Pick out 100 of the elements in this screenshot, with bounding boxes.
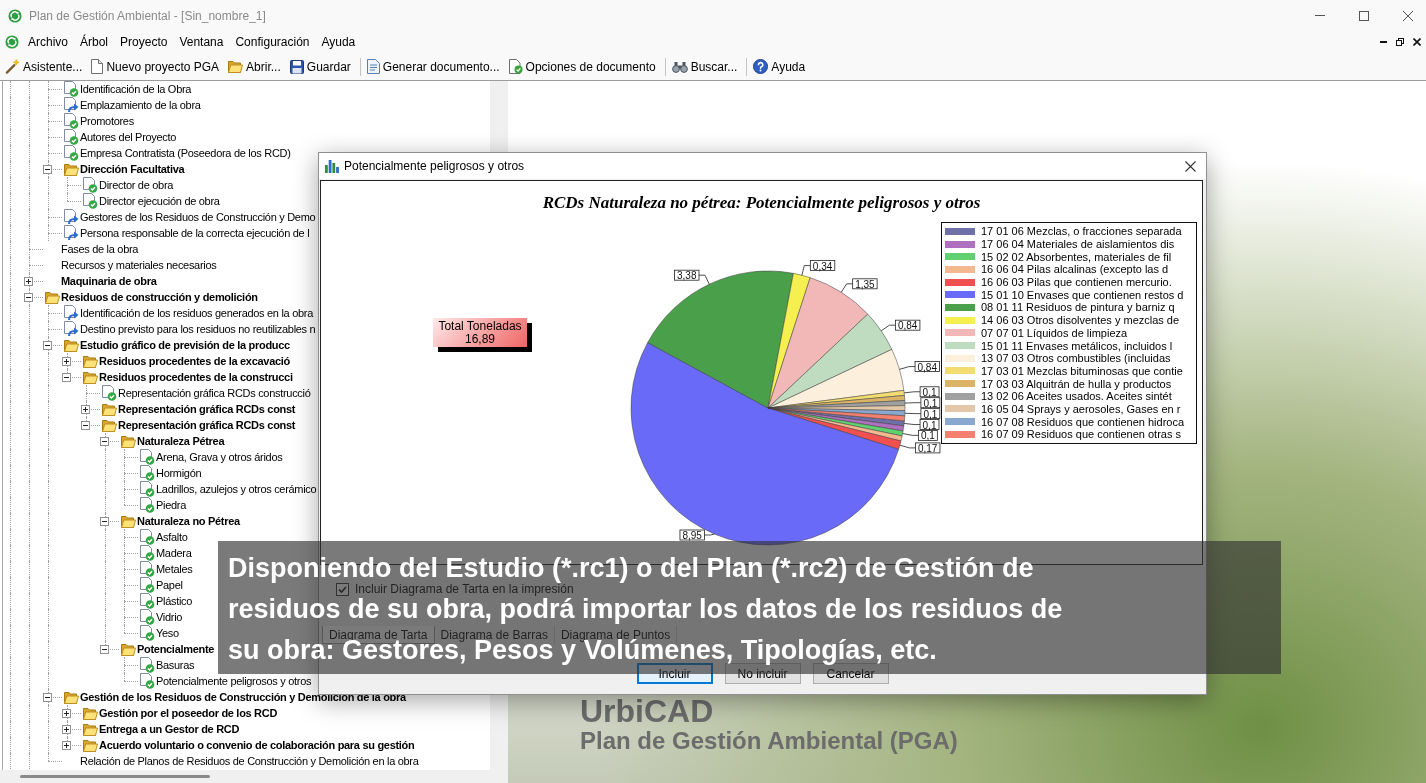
leader-line — [904, 412, 922, 415]
close-icon[interactable] — [1185, 160, 1196, 172]
expand-icon[interactable] — [62, 740, 71, 750]
tree-item[interactable]: Yeso — [156, 625, 179, 641]
expand-icon[interactable] — [24, 276, 33, 286]
menu-item[interactable]: Proyecto — [114, 33, 174, 51]
tree-item[interactable]: Estudio gráfico de previsión de la producc — [80, 337, 290, 353]
maximize-icon[interactable] — [1359, 10, 1369, 21]
tree-item[interactable]: Vidrio — [156, 609, 183, 625]
tree-item[interactable]: Potencialmente — [137, 641, 215, 657]
tree-item[interactable]: Empresa Contratista (Poseedora de los RCD) — [80, 145, 291, 161]
tree-item[interactable]: Residuos procedentes de la excavació — [99, 353, 290, 369]
tree-item[interactable]: Representación gráfica RCDs construcció — [118, 385, 311, 401]
folder-icon — [82, 706, 98, 720]
document-check-icon — [508, 59, 523, 74]
checkbox[interactable] — [336, 583, 349, 596]
tree-item[interactable]: Persona responsable de la correcta ejecución de l — [80, 225, 310, 241]
tree-item[interactable]: Maquinaria de obra — [61, 273, 157, 289]
tree-item[interactable]: Ladrillos, azulejos y otros cerámico — [156, 481, 317, 497]
tree-item[interactable]: Madera — [156, 545, 192, 561]
menu-item[interactable]: Ventana — [173, 33, 230, 51]
folder-icon — [82, 722, 98, 736]
tree-item[interactable]: Naturaleza Pétrea — [137, 433, 225, 449]
menu-item[interactable]: Ayuda — [315, 33, 362, 51]
toolbar-button[interactable]: Buscar... — [668, 55, 741, 78]
tree-item[interactable]: Gestión por el poseedor de los RCD — [99, 705, 278, 721]
value-label: 0,84 — [895, 319, 921, 332]
menu-item[interactable]: Archivo — [22, 33, 74, 51]
binoculars-icon — [671, 60, 688, 73]
wand-icon — [5, 59, 20, 74]
tree-item[interactable]: Identificación de la Obra — [80, 81, 192, 97]
tree-item[interactable]: Piedra — [156, 497, 186, 513]
scrollbar-thumb[interactable] — [20, 775, 210, 778]
value-label: 0,34 — [809, 260, 836, 272]
tree-item[interactable]: Entrega a un Gestor de RCD — [99, 721, 240, 737]
tree-item[interactable]: Recursos y materiales necesarios — [61, 257, 217, 273]
expand-icon[interactable] — [62, 724, 71, 734]
collapse-icon[interactable] — [100, 436, 109, 446]
legend-label: 16 05 04 Sprays y aerosoles, Gases en r — [981, 402, 1181, 415]
tree-item[interactable]: Identificación de los residuos generados en la obra — [80, 305, 313, 321]
dialog-button[interactable]: Incluir — [636, 663, 713, 684]
expand-icon[interactable] — [62, 356, 71, 366]
folder-icon — [101, 418, 117, 432]
tree-item[interactable]: Dirección Facultativa — [80, 161, 185, 177]
collapse-icon[interactable] — [43, 340, 52, 350]
tree-item[interactable]: Potencialmente peligrosos y otros — [156, 673, 312, 689]
tree-item[interactable]: Arena, Grava y otros áridos — [156, 449, 283, 465]
collapse-icon[interactable] — [100, 516, 109, 526]
total-value: 16,89 — [465, 332, 495, 346]
value-label: 1,35 — [852, 278, 878, 290]
toolbar-button[interactable]: Opciones de documento — [505, 55, 659, 78]
tree-item[interactable]: Representación gráfica RCDs const — [118, 401, 296, 417]
collapse-icon[interactable] — [24, 292, 33, 302]
legend-label: 13 02 06 Aceites usados. Aceites sintét — [981, 390, 1172, 403]
tree-item[interactable]: Papel — [156, 577, 183, 593]
tree-item[interactable]: Residuos de construcción y demolición — [61, 289, 258, 305]
collapse-icon[interactable] — [100, 644, 109, 654]
tree-item[interactable]: Residuos procedentes de la construcci — [99, 369, 293, 385]
tree-item[interactable]: Asfalto — [156, 529, 188, 545]
folder-icon — [44, 290, 60, 304]
toolbar-button[interactable]: Nuevo proyecto PGA — [88, 55, 223, 78]
value-label: 0,1 — [919, 386, 940, 398]
tree-item[interactable]: Acuerdo voluntario o convenio de colaboración para su gestión — [99, 737, 415, 753]
folder-icon — [63, 338, 79, 352]
tree-item[interactable]: Director ejecución de obra — [99, 193, 220, 209]
tree-item[interactable]: Plástico — [156, 593, 193, 609]
legend-label: 15 02 02 Absorbentes, materiales de fil — [981, 250, 1172, 263]
tree-item[interactable]: Metales — [156, 561, 193, 577]
restore-icon[interactable] — [1396, 38, 1404, 46]
tree-item[interactable]: Representación gráfica RCDs const — [118, 417, 296, 433]
tree-item[interactable]: Hormigón — [156, 465, 202, 481]
tree-item[interactable]: Director de obra — [99, 177, 174, 193]
expand-icon[interactable] — [62, 708, 71, 718]
toolbar-button[interactable]: Asistente... — [2, 55, 86, 78]
collapse-icon[interactable] — [43, 164, 52, 174]
tree-item[interactable]: Destino previsto para los residuos no reutilizables n — [80, 321, 316, 337]
tree-item[interactable]: Gestores de los Residuos de Construcción y Demo — [80, 209, 316, 225]
collapse-icon[interactable] — [43, 692, 52, 702]
expand-icon[interactable] — [81, 404, 90, 414]
folder-icon — [82, 354, 98, 368]
menu-item[interactable]: Árbol — [74, 33, 115, 51]
folder-icon — [120, 642, 136, 656]
toolbar-button[interactable]: Guardar — [286, 55, 354, 78]
tree-item[interactable]: Autores del Proyecto — [80, 129, 177, 145]
menu-item[interactable]: Configuración — [229, 33, 316, 51]
collapse-icon[interactable] — [62, 372, 71, 382]
recycle-logo-icon — [5, 35, 19, 49]
toolbar-button[interactable]: Abrir... — [225, 55, 284, 78]
tree-item[interactable]: Relación de Planos de Residuos de Construcción y Demolición en la obra — [80, 753, 419, 769]
toolbar-button[interactable]: Generar documento... — [363, 55, 503, 78]
toolbar-button[interactable]: Ayuda — [750, 55, 809, 78]
tree-item[interactable]: Promotores — [80, 113, 134, 129]
tree-item[interactable]: Basuras — [156, 657, 195, 673]
collapse-icon[interactable] — [81, 420, 90, 430]
close-icon[interactable] — [1413, 38, 1421, 46]
tree-item[interactable]: Fases de la obra — [61, 241, 139, 257]
brand-subtitle: Plan de Gestión Ambiental (PGA) — [580, 728, 958, 754]
tree-item[interactable]: Emplazamiento de la obra — [80, 97, 201, 113]
close-icon[interactable] — [1403, 10, 1413, 21]
tree-item[interactable]: Naturaleza no Pétrea — [137, 513, 240, 529]
